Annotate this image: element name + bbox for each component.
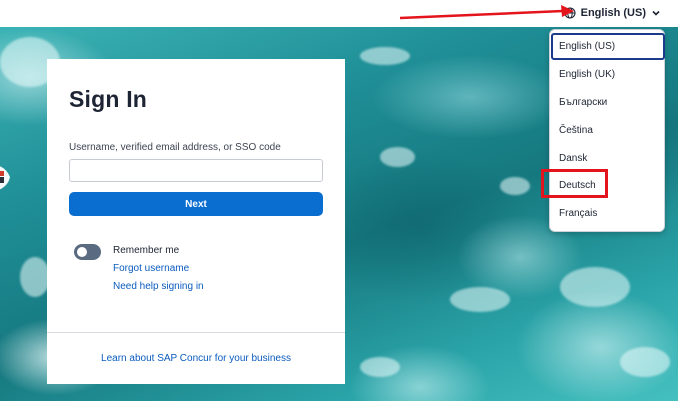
remember-me-label: Remember me — [113, 245, 180, 256]
globe-icon — [564, 7, 576, 19]
page-title: Sign In — [69, 86, 148, 112]
language-selector[interactable]: English (US) — [564, 4, 661, 22]
language-option-english-uk[interactable]: English (UK) — [551, 61, 665, 88]
language-option-bulgarian[interactable]: Български — [551, 89, 665, 116]
top-bar: English (US) — [0, 0, 678, 27]
language-option-english-us[interactable]: English (US) — [551, 33, 665, 60]
language-option-german[interactable]: Deutsch — [551, 172, 665, 199]
language-selector-label: English (US) — [580, 7, 646, 19]
username-label: Username, verified email address, or SSO… — [69, 142, 281, 153]
surfer-figure — [0, 166, 10, 190]
username-input[interactable] — [69, 159, 323, 182]
language-option-danish[interactable]: Dansk — [551, 145, 665, 172]
divider — [47, 332, 345, 333]
toggle-knob — [77, 247, 87, 257]
language-option-french[interactable]: Français — [551, 200, 665, 227]
language-option-czech[interactable]: Čeština — [551, 117, 665, 144]
learn-about-link[interactable]: Learn about SAP Concur for your business — [47, 353, 345, 364]
need-help-link[interactable]: Need help signing in — [113, 281, 204, 292]
signin-card: Sign In Username, verified email address… — [47, 59, 345, 384]
language-dropdown: English (US) English (UK) Български Češt… — [549, 29, 665, 232]
chevron-down-icon — [652, 10, 660, 16]
next-button[interactable]: Next — [69, 192, 323, 216]
forgot-username-link[interactable]: Forgot username — [113, 263, 189, 274]
remember-me-toggle[interactable] — [74, 244, 101, 260]
